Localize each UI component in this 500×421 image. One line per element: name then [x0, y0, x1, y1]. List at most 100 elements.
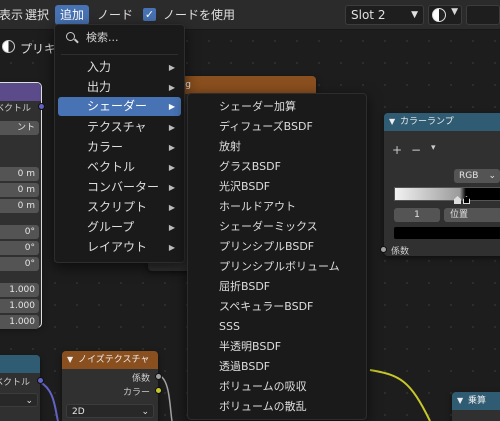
- stop-color-swatch[interactable]: [394, 227, 500, 239]
- menu-add[interactable]: 追加: [55, 5, 90, 25]
- scale-y-field[interactable]: 1.000: [0, 299, 39, 313]
- color-output-socket[interactable]: [155, 387, 162, 394]
- type-dropdown[interactable]: ント: [0, 121, 39, 135]
- shader-submenu: シェーダー加算 ディフューズBSDF 放射 グラスBSDF 光沢BSDF ホール…: [187, 93, 367, 420]
- fac-output-label: 係数: [131, 374, 150, 384]
- mapping-node-header[interactable]: [0, 83, 41, 101]
- factor-input-label: 係数: [391, 247, 410, 257]
- left-bottom-node[interactable]: ベクトル ⌄: [0, 355, 44, 421]
- rotation-y-field[interactable]: 0°: [0, 241, 39, 255]
- color-ramp-header[interactable]: ▼ カラーランプ: [384, 113, 500, 131]
- menu-item-label: ベクトル: [87, 160, 136, 174]
- chevron-right-icon: ▶: [168, 102, 175, 111]
- vector-output-socket[interactable]: [38, 103, 45, 110]
- sphere-icon: [2, 40, 15, 53]
- slot-dropdown[interactable]: Slot 2 ▼: [345, 5, 424, 25]
- submenu-item-specular-bsdf[interactable]: スペキュラーBSDF: [192, 297, 362, 316]
- menu-item-label: 出力: [87, 80, 112, 94]
- menu-select[interactable]: 選択: [20, 5, 54, 25]
- menu-item-shader[interactable]: シェーダー ▶: [58, 97, 181, 116]
- add-stop-button[interactable]: +: [392, 143, 402, 157]
- slot-value: Slot 2: [351, 8, 386, 22]
- menu-item-label: テクスチャ: [87, 120, 147, 134]
- dimensions-dropdown[interactable]: 2D ⌄: [66, 404, 154, 418]
- material-preview-button[interactable]: ▼: [428, 5, 462, 25]
- chevron-right-icon: ▶: [168, 123, 175, 132]
- fac-output-socket[interactable]: [155, 373, 162, 380]
- submenu-item-emission[interactable]: 放射: [192, 137, 362, 156]
- color-mode-dropdown[interactable]: RGB ⌄: [454, 169, 500, 183]
- menu-item-vector[interactable]: ベクトル ▶: [58, 158, 181, 177]
- submenu-item-refraction-bsdf[interactable]: 屈折BSDF: [192, 277, 362, 296]
- left-bottom-node-header[interactable]: [0, 355, 40, 373]
- menu-node[interactable]: ノード: [92, 5, 138, 25]
- submenu-item-transparent-bsdf[interactable]: 透過BSDF: [192, 357, 362, 376]
- chevron-right-icon: ▶: [168, 243, 175, 252]
- sphere-icon: [432, 8, 446, 22]
- submenu-item-volume-absorption[interactable]: ボリュームの吸収: [192, 377, 362, 396]
- noise-texture-node[interactable]: ▼ ノイズテクスチャ 係数 カラー 2D ⌄: [62, 351, 162, 421]
- submenu-item-translucent-bsdf[interactable]: 半透明BSDF: [192, 337, 362, 356]
- menu-item-converter[interactable]: コンバーター ▶: [58, 178, 181, 197]
- add-menu-search[interactable]: 検索...: [58, 28, 181, 47]
- dimensions-value: 2D: [72, 407, 85, 417]
- ramp-options-icon[interactable]: ▾: [431, 143, 436, 153]
- submenu-item-add-shader[interactable]: シェーダー加算: [192, 97, 362, 116]
- submenu-item-holdout[interactable]: ホールドアウト: [192, 197, 362, 216]
- menu-separator: [61, 54, 178, 55]
- view-button[interactable]: [466, 5, 500, 25]
- menu-item-label: 入力: [87, 60, 112, 74]
- chevron-down-icon: ▼: [457, 396, 464, 405]
- submenu-item-mix-shader[interactable]: シェーダーミックス: [192, 217, 362, 236]
- submenu-item-glass-bsdf[interactable]: グラスBSDF: [192, 157, 362, 176]
- factor-input-socket[interactable]: [380, 246, 387, 253]
- submenu-item-principled-volume[interactable]: プリンシプルボリューム: [192, 257, 362, 276]
- stop-index-field[interactable]: 1: [394, 208, 440, 222]
- scale-z-field[interactable]: 1.000: [0, 315, 39, 329]
- chevron-right-icon: ▶: [168, 223, 175, 232]
- color-ramp-node[interactable]: ▼ カラーランプ + − ▾ RGB ⌄ 1 位置 係数: [380, 113, 500, 257]
- menu-item-output[interactable]: 出力 ▶: [58, 78, 181, 97]
- color-ramp-gradient[interactable]: [394, 187, 500, 201]
- math-node[interactable]: ▼ 乗算: [452, 392, 500, 421]
- submenu-item-sss[interactable]: SSS: [192, 317, 362, 336]
- color-ramp-title: カラーランプ: [400, 117, 454, 127]
- menu-item-input[interactable]: 入力 ▶: [58, 58, 181, 77]
- chevron-right-icon: ▶: [168, 143, 175, 152]
- menu-item-group[interactable]: グループ ▶: [58, 218, 181, 237]
- menu-item-label: スクリプト: [87, 200, 148, 214]
- use-nodes-checkbox[interactable]: ✓: [143, 8, 156, 21]
- submenu-item-glossy-bsdf[interactable]: 光沢BSDF: [192, 177, 362, 196]
- scale-x-field[interactable]: 1.000: [0, 283, 39, 297]
- menu-item-script[interactable]: スクリプト ▶: [58, 198, 181, 217]
- chevron-down-icon: ▼: [451, 7, 458, 17]
- location-y-field[interactable]: 0 m: [0, 183, 39, 197]
- vector-output-socket[interactable]: [37, 377, 44, 384]
- mapping-node[interactable]: ベクトル ント 0 m 0 m 0 m 0° 0° 0° 1.000 1.000…: [0, 82, 45, 329]
- math-node-header[interactable]: ▼ 乗算: [452, 392, 500, 410]
- position-field[interactable]: 位置: [444, 208, 500, 222]
- menu-item-color[interactable]: カラー ▶: [58, 138, 181, 157]
- chevron-right-icon: ▶: [168, 203, 175, 212]
- vector-output-label: ベクトル: [0, 104, 31, 114]
- location-x-field[interactable]: 0 m: [0, 167, 39, 181]
- submenu-item-principled-bsdf[interactable]: プリンシプルBSDF: [192, 237, 362, 256]
- chevron-right-icon: ▶: [168, 163, 175, 172]
- location-z-field[interactable]: 0 m: [0, 199, 39, 213]
- rotation-x-field[interactable]: 0°: [0, 225, 39, 239]
- menu-item-layout[interactable]: レイアウト ▶: [58, 238, 181, 257]
- chevron-down-icon: ▼: [67, 355, 74, 364]
- menu-item-label: カラー: [87, 140, 124, 154]
- menu-item-label: シェーダー: [87, 99, 148, 113]
- remove-stop-button[interactable]: −: [411, 143, 421, 157]
- menu-item-label: グループ: [87, 220, 135, 234]
- color-mode-value: RGB: [459, 171, 479, 181]
- add-menu: 検索... 入力 ▶ 出力 ▶ シェーダー ▶ テクスチャ ▶ カラー ▶ ベクトル ▶ コ…: [54, 24, 185, 263]
- rotation-z-field[interactable]: 0°: [0, 257, 39, 271]
- chevron-right-icon: ▶: [168, 183, 175, 192]
- left-bottom-dropdown[interactable]: ⌄: [0, 393, 38, 407]
- submenu-item-diffuse-bsdf[interactable]: ディフューズBSDF: [192, 117, 362, 136]
- submenu-item-volume-scatter[interactable]: ボリュームの散乱: [192, 397, 362, 416]
- noise-texture-header[interactable]: ▼ ノイズテクスチャ: [62, 351, 158, 369]
- menu-item-texture[interactable]: テクスチャ ▶: [58, 118, 181, 137]
